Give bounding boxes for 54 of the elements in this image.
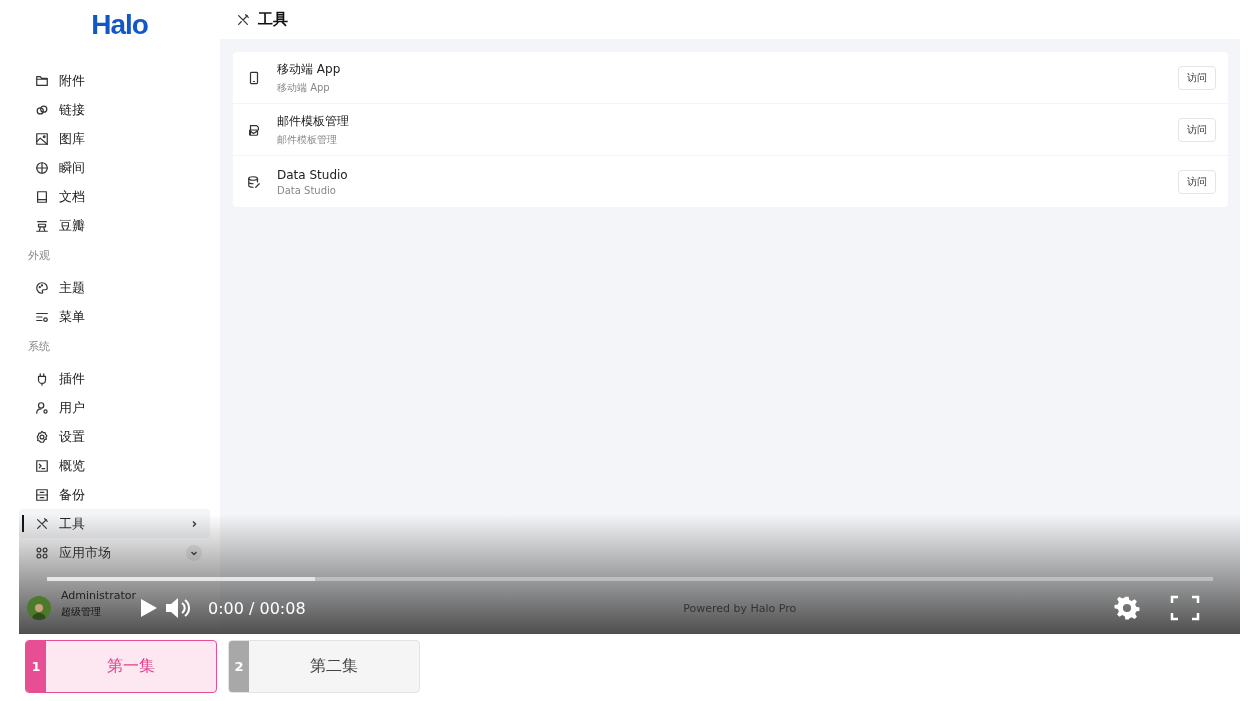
gear-icon — [35, 429, 49, 444]
sidebar-item[interactable]: 备份 — [19, 480, 210, 509]
tools-icon — [35, 516, 49, 531]
volume-button[interactable] — [164, 597, 192, 619]
terminal-icon — [35, 458, 49, 473]
sidebar-item[interactable]: 文档 — [19, 182, 210, 211]
user-role: 超级管理 — [61, 605, 102, 619]
document-icon — [35, 189, 49, 204]
section-title: 系统 — [27, 339, 51, 355]
tool-description: Data Studio — [277, 184, 337, 196]
sidebar-item[interactable]: 链接 — [19, 95, 210, 124]
play-button[interactable] — [140, 598, 158, 618]
settings-button[interactable] — [1114, 595, 1140, 621]
sidebar-item[interactable]: 工具 — [19, 509, 210, 538]
sidebar-item[interactable]: 豆瓣 — [19, 211, 210, 240]
sidebar-item[interactable]: 设置 — [19, 422, 210, 451]
visit-button[interactable]: 访问 — [1178, 65, 1216, 90]
database-icon — [247, 174, 261, 189]
credit-text: Powered by Halo Pro — [682, 601, 797, 615]
user-name: Administrator — [61, 589, 136, 602]
tool-description: 移动端 App — [277, 80, 331, 95]
plug-icon — [35, 371, 49, 386]
visit-button[interactable]: 访问 — [1178, 117, 1216, 142]
page-title: 工具 — [258, 10, 288, 29]
grid-icon — [35, 545, 49, 560]
folder-icon — [35, 73, 49, 88]
sidebar-item[interactable]: 应用市场 — [19, 538, 210, 567]
link-icon — [35, 102, 49, 117]
sidebar-item[interactable]: 概览 — [19, 451, 210, 480]
halo-logo: Halo — [90, 8, 149, 42]
sidebar-item[interactable]: 附件 — [19, 66, 210, 95]
tool-name: 移动端 App — [277, 60, 342, 78]
user-icon — [35, 400, 49, 415]
time-display: 0:00 / 00:08 — [208, 598, 306, 618]
image-icon — [35, 131, 49, 146]
sidebar-item[interactable]: 瞬间 — [19, 153, 210, 182]
tool-name: 邮件模板管理 — [277, 112, 350, 130]
sidebar-item[interactable]: 菜单 — [19, 302, 210, 331]
episode-button[interactable]: 2 第二集 — [228, 640, 420, 693]
archive-icon — [35, 487, 49, 502]
section-title: 外观 — [27, 248, 51, 264]
fullscreen-button[interactable] — [1170, 595, 1200, 621]
mail-template-icon — [247, 122, 261, 137]
sidebar-item[interactable]: 主题 — [19, 273, 210, 302]
tool-name: Data Studio — [277, 167, 349, 182]
episode-button[interactable]: 1 第一集 — [25, 640, 217, 693]
tools-icon — [236, 12, 250, 27]
phone-icon — [247, 70, 261, 85]
sidebar-item[interactable]: 图库 — [19, 124, 210, 153]
sidebar-item[interactable]: 插件 — [19, 364, 210, 393]
sidebar-item[interactable]: 用户 — [19, 393, 210, 422]
tool-description: 邮件模板管理 — [277, 132, 338, 147]
palette-icon — [35, 280, 49, 295]
visit-button[interactable]: 访问 — [1178, 169, 1216, 194]
